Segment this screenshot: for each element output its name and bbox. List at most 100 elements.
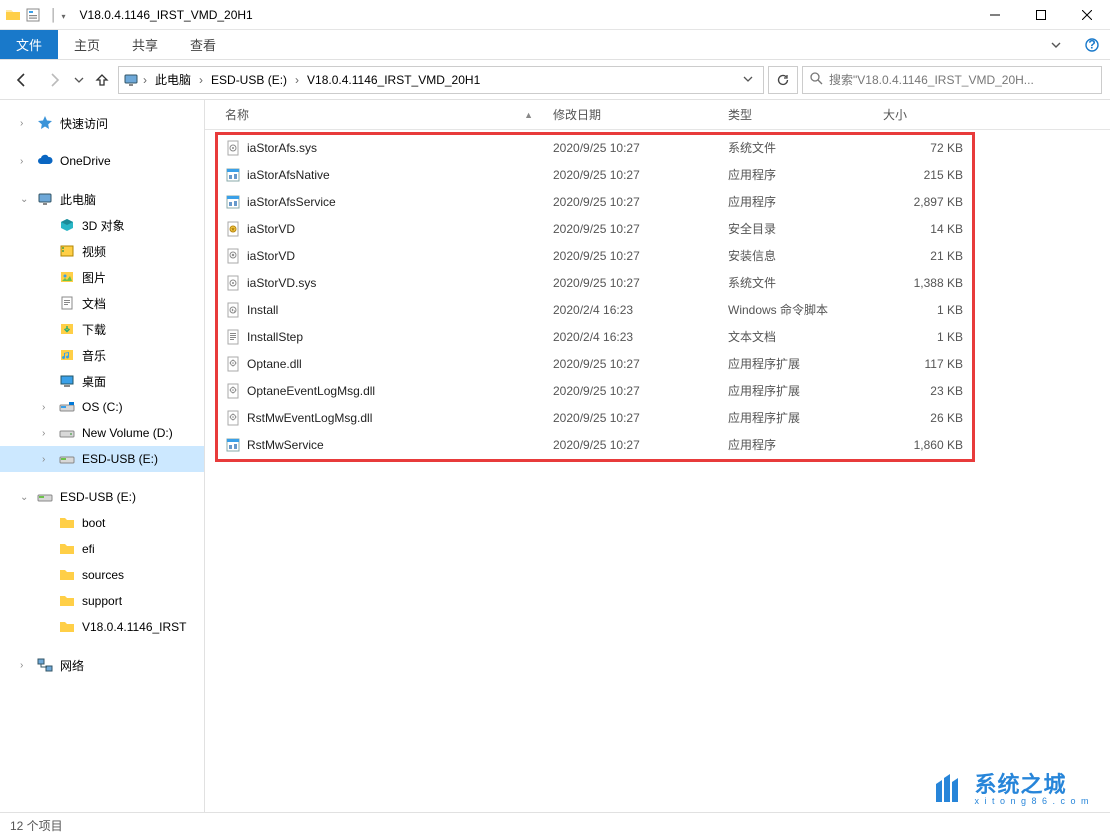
file-date: 2020/2/4 16:23 [553, 303, 728, 317]
sidebar-item-label: support [82, 594, 122, 608]
file-row[interactable]: iaStorVD.sys2020/9/25 10:27系统文件1,388 KB [205, 269, 1110, 296]
folder-icon [58, 514, 76, 532]
sidebar-item[interactable]: ›ESD-USB (E:) [0, 446, 204, 472]
sidebar-item-label: 视频 [82, 243, 106, 260]
file-row[interactable]: RstMwService2020/9/25 10:27应用程序1,860 KB [205, 431, 1110, 458]
chevron-down-icon[interactable]: ⌄ [20, 194, 30, 205]
file-row[interactable]: iaStorVD2020/9/25 10:27安全目录14 KB [205, 215, 1110, 242]
ribbon-file-tab[interactable]: 文件 [0, 30, 58, 59]
file-row[interactable]: Install2020/2/4 16:23Windows 命令脚本1 KB [205, 296, 1110, 323]
file-date: 2020/9/25 10:27 [553, 195, 728, 209]
star-icon [36, 114, 54, 132]
file-row[interactable]: iaStorVD2020/9/25 10:27安装信息21 KB [205, 242, 1110, 269]
chevron-right-icon[interactable]: › [293, 73, 301, 87]
file-icon [225, 221, 241, 237]
file-row[interactable]: RstMwEventLogMsg.dll2020/9/25 10:27应用程序扩… [205, 404, 1110, 431]
sidebar-item[interactable]: ›图片 [0, 264, 204, 290]
sidebar-item[interactable]: ›音乐 [0, 342, 204, 368]
ribbon-help-icon[interactable]: ? [1074, 30, 1110, 59]
ribbon-expand-icon[interactable] [1038, 30, 1074, 59]
sidebar-this-pc[interactable]: ⌄ 此电脑 [0, 186, 204, 212]
sidebar-item[interactable]: ›sources [0, 562, 204, 588]
folder-icon [58, 398, 76, 416]
sidebar-item[interactable]: ›V18.0.4.1146_IRST [0, 614, 204, 640]
sidebar-item-label: OS (C:) [82, 400, 123, 414]
chevron-right-icon[interactable]: › [197, 73, 205, 87]
watermark-icon [930, 772, 966, 808]
sidebar-item[interactable]: ›New Volume (D:) [0, 420, 204, 446]
qat-dropdown-icon[interactable]: │ [50, 8, 66, 22]
file-size: 117 KB [883, 357, 963, 371]
address-dropdown-icon[interactable] [737, 73, 759, 87]
file-row[interactable]: iaStorAfs.sys2020/9/25 10:27系统文件72 KB [205, 134, 1110, 161]
file-date: 2020/2/4 16:23 [553, 330, 728, 344]
file-row[interactable]: Optane.dll2020/9/25 10:27应用程序扩展117 KB [205, 350, 1110, 377]
close-button[interactable] [1064, 0, 1110, 30]
file-size: 14 KB [883, 222, 963, 236]
sidebar-item[interactable]: ›下载 [0, 316, 204, 342]
folder-icon [58, 540, 76, 558]
refresh-button[interactable] [768, 66, 798, 94]
file-size: 1,860 KB [883, 438, 963, 452]
up-button[interactable] [90, 66, 114, 94]
column-size[interactable]: 大小 [883, 106, 963, 123]
chevron-right-icon[interactable]: › [20, 156, 30, 167]
file-icon [225, 356, 241, 372]
file-row[interactable]: OptaneEventLogMsg.dll2020/9/25 10:27应用程序… [205, 377, 1110, 404]
sidebar-item[interactable]: ›视频 [0, 238, 204, 264]
chevron-right-icon[interactable]: › [42, 402, 52, 413]
sidebar-item[interactable]: ›桌面 [0, 368, 204, 394]
breadcrumb[interactable]: 此电脑 [151, 71, 195, 88]
column-type[interactable]: 类型 [728, 106, 883, 123]
search-input[interactable]: 搜索"V18.0.4.1146_IRST_VMD_20H... [802, 66, 1102, 94]
pc-icon [123, 72, 139, 88]
forward-button[interactable] [40, 66, 68, 94]
chevron-right-icon[interactable]: › [141, 73, 149, 87]
column-name[interactable]: 名称▲ [225, 106, 553, 123]
sidebar-item[interactable]: ›efi [0, 536, 204, 562]
sidebar-item-label: sources [82, 568, 124, 582]
recent-dropdown[interactable] [72, 66, 86, 94]
sidebar-item[interactable]: ›3D 对象 [0, 212, 204, 238]
ribbon-view-tab[interactable]: 查看 [174, 30, 232, 59]
file-icon [225, 302, 241, 318]
sidebar-item-label: 3D 对象 [82, 217, 125, 234]
ribbon-share-tab[interactable]: 共享 [116, 30, 174, 59]
file-row[interactable]: iaStorAfsService2020/9/25 10:27应用程序2,897… [205, 188, 1110, 215]
sidebar-quick-access[interactable]: › 快速访问 [0, 110, 204, 136]
minimize-button[interactable] [972, 0, 1018, 30]
sidebar-item-label: 音乐 [82, 347, 106, 364]
breadcrumb[interactable]: ESD-USB (E:) [207, 73, 291, 87]
breadcrumb[interactable]: V18.0.4.1146_IRST_VMD_20H1 [303, 73, 484, 87]
file-type: 系统文件 [728, 274, 883, 291]
column-date[interactable]: 修改日期 [553, 106, 728, 123]
qat-properties-icon[interactable] [24, 6, 42, 24]
sidebar-esd-usb[interactable]: ⌄ ESD-USB (E:) [0, 484, 204, 510]
sidebar-item[interactable]: ›support [0, 588, 204, 614]
chevron-right-icon[interactable]: › [42, 428, 52, 439]
file-size: 26 KB [883, 411, 963, 425]
file-row[interactable]: iaStorAfsNative2020/9/25 10:27应用程序215 KB [205, 161, 1110, 188]
back-button[interactable] [8, 66, 36, 94]
sidebar-item[interactable]: › OS (C:) [0, 394, 204, 420]
chevron-right-icon[interactable]: › [42, 454, 52, 465]
chevron-right-icon[interactable]: › [20, 118, 30, 129]
sidebar-item-label: 桌面 [82, 373, 106, 390]
sidebar: › 快速访问 › OneDrive ⌄ 此电脑 ›3D 对象›视频›图片›文档›… [0, 100, 205, 812]
file-icon [225, 437, 241, 453]
file-type: 应用程序扩展 [728, 355, 883, 372]
sidebar-network[interactable]: › 网络 [0, 652, 204, 678]
chevron-right-icon[interactable]: › [20, 660, 30, 671]
folder-icon [58, 320, 76, 338]
sidebar-item[interactable]: ›boot [0, 510, 204, 536]
address-bar[interactable]: › 此电脑 › ESD-USB (E:) › V18.0.4.1146_IRST… [118, 66, 764, 94]
sidebar-item[interactable]: ›文档 [0, 290, 204, 316]
maximize-button[interactable] [1018, 0, 1064, 30]
ribbon-home-tab[interactable]: 主页 [58, 30, 116, 59]
chevron-down-icon[interactable]: ⌄ [20, 492, 30, 503]
sidebar-onedrive[interactable]: › OneDrive [0, 148, 204, 174]
search-placeholder: 搜索"V18.0.4.1146_IRST_VMD_20H... [829, 71, 1095, 88]
file-row[interactable]: InstallStep2020/2/4 16:23文本文档1 KB [205, 323, 1110, 350]
sidebar-item-label: OneDrive [60, 154, 111, 168]
file-icon [225, 410, 241, 426]
